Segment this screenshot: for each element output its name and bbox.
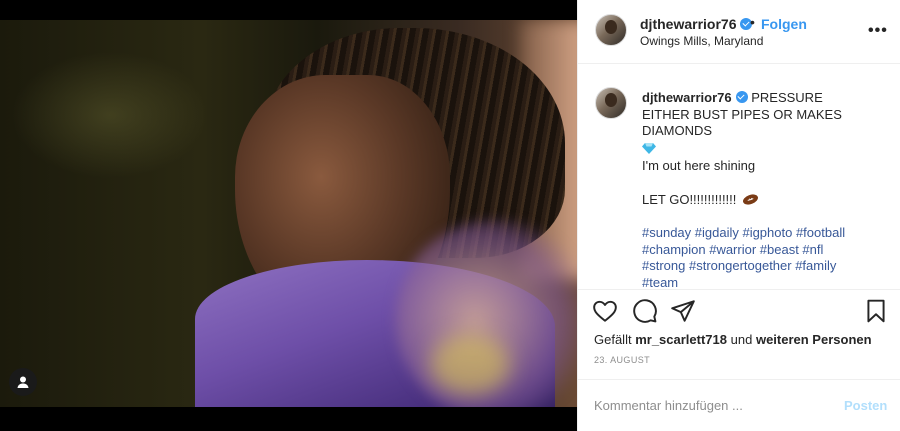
likes-user-link[interactable]: mr_scarlett718 (635, 332, 727, 347)
post-photo[interactable] (0, 20, 577, 407)
photo-foreground-highlight (430, 335, 510, 395)
like-heart-icon[interactable] (592, 298, 618, 324)
author-username-text[interactable]: djthewarrior76 (640, 16, 736, 32)
caption-verified-badge-icon (735, 91, 748, 103)
header-separator: • (750, 14, 755, 30)
comment-box: Kommentar hinzufügen ... Posten (578, 380, 900, 431)
caption-text: djthewarrior76 PRESSURE EITHER BUST PIPE… (642, 90, 874, 291)
caption-line-2: I'm out here shining (642, 158, 756, 173)
tagged-users-button[interactable] (9, 368, 37, 396)
author-avatar[interactable] (595, 14, 627, 46)
hashtags-line-3[interactable]: #strong #strongertogether #family (642, 258, 874, 275)
post-comment-button[interactable]: Posten (844, 398, 887, 413)
post-actions: Gefällt mr_scarlett718 und weiteren Pers… (578, 290, 900, 380)
user-tag-icon (17, 376, 29, 388)
comment-input[interactable]: Kommentar hinzufügen ... (594, 398, 743, 413)
diamond-emoji-icon (642, 142, 656, 154)
location-link[interactable]: Owings Mills, Maryland (640, 34, 763, 48)
hashtags-line-1[interactable]: #sunday #igdaily #igphoto #football (642, 225, 874, 242)
caption-username[interactable]: djthewarrior76 (642, 90, 732, 105)
comment-bubble-icon[interactable] (632, 298, 658, 324)
post-sidebar: djthewarrior76 • Folgen Owings Mills, Ma… (577, 0, 900, 431)
more-options-icon[interactable]: ••• (868, 22, 888, 40)
post-date[interactable]: 23. AUGUST (594, 355, 650, 365)
save-bookmark-icon[interactable] (863, 298, 889, 324)
follow-button[interactable]: Folgen (761, 16, 807, 32)
hashtags-line-2[interactable]: #champion #warrior #beast #nfl (642, 242, 874, 259)
likes-others-link[interactable]: weiteren Personen (756, 332, 872, 347)
likes-prefix: Gefällt (594, 332, 632, 347)
hashtags-line-4[interactable]: #team (642, 275, 874, 292)
football-emoji-icon (743, 193, 759, 205)
likes-summary: Gefällt mr_scarlett718 und weiteren Pers… (594, 332, 872, 347)
caption-section: djthewarrior76 PRESSURE EITHER BUST PIPE… (578, 64, 900, 290)
post-photo-panel (0, 0, 577, 431)
share-send-icon[interactable] (670, 298, 696, 324)
caption-line-3: LET GO!!!!!!!!!!!!! (642, 191, 737, 207)
post-header: djthewarrior76 • Folgen Owings Mills, Ma… (578, 0, 900, 64)
author-username[interactable]: djthewarrior76 (640, 16, 753, 32)
likes-mid: und (730, 332, 753, 347)
caption-author-avatar[interactable] (595, 87, 627, 119)
